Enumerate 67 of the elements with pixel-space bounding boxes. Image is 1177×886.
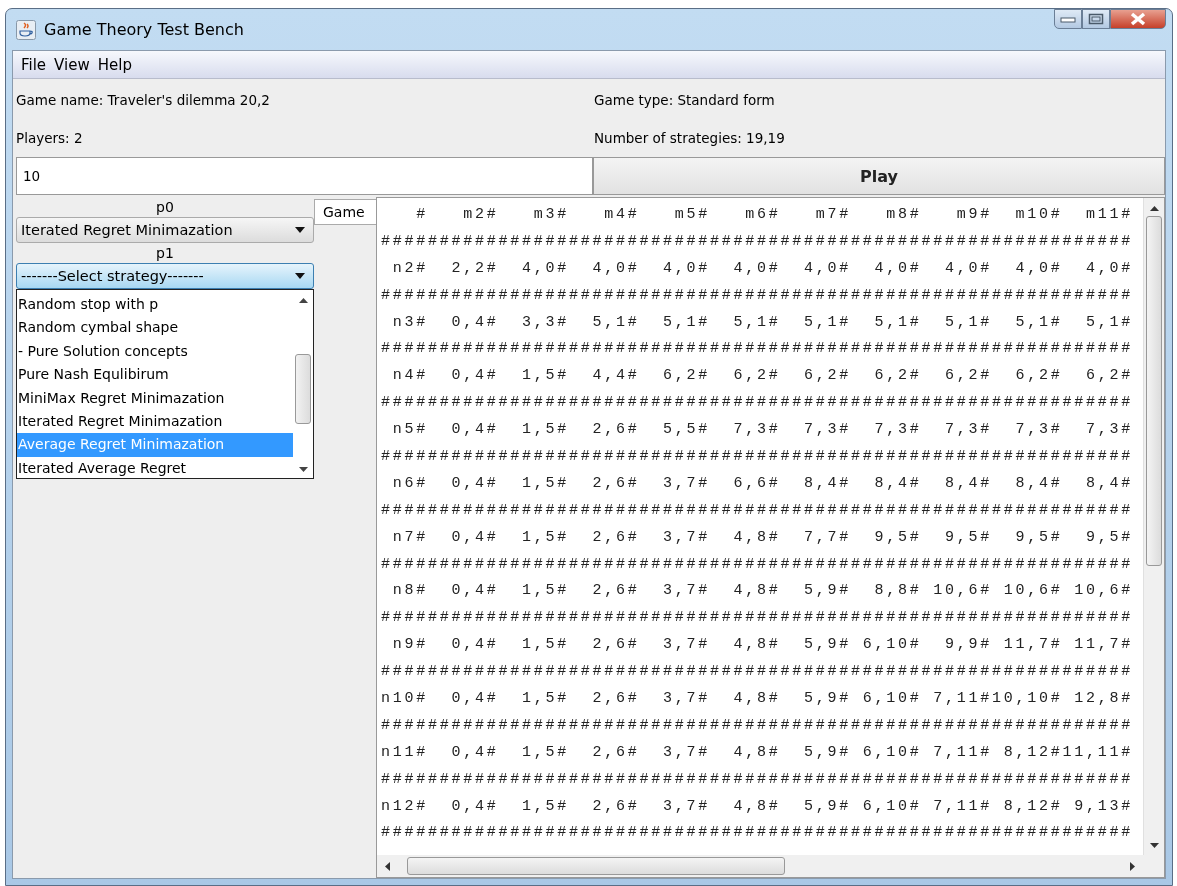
- scroll-thumb[interactable]: [295, 354, 311, 424]
- text-line: n3# 0,4# 3,3# 5,1# 5,1# 5,1# 5,1# 5,1# 5,1# 5,1# 5,1#: [391, 312, 1135, 333]
- menu-item[interactable]: File: [21, 55, 47, 74]
- text-line: ################################################################: [381, 500, 1135, 521]
- maximize-icon: [1088, 13, 1104, 25]
- text-line: n2# 2,2# 4,0# 4,0# 4,0# 4,0# 4,0# 4,0# 4,0# 4,0# 4,0#: [391, 258, 1135, 279]
- game-type-label: Game type: Standard form: [593, 92, 776, 108]
- text-line: ################################################################: [381, 285, 1135, 306]
- list-item[interactable]: Random cymbal shape: [17, 316, 293, 340]
- close-button[interactable]: [1110, 9, 1166, 29]
- horizontal-scrollbar[interactable]: [377, 855, 1164, 877]
- list-item[interactable]: Random stop with p: [17, 293, 293, 317]
- maximize-button[interactable]: [1082, 9, 1110, 29]
- player-label: p1: [155, 244, 175, 263]
- text-line: ################################################################: [381, 231, 1135, 252]
- vertical-scrollbar[interactable]: [1143, 198, 1164, 855]
- text-line: n7# 0,4# 1,5# 2,6# 3,7# 4,8# 7,7# 9,5# 9,5# 9,5# 9,5#: [391, 527, 1135, 548]
- right-arrow-icon[interactable]: [1130, 861, 1136, 871]
- text-line: ################################################################: [381, 823, 1135, 844]
- scroll-thumb[interactable]: [407, 857, 785, 875]
- game-name-label: Game name: Traveler's dilemma 20,2: [15, 92, 271, 108]
- text-line: n6# 0,4# 1,5# 2,6# 3,7# 6,6# 8,4# 8,4# 8,4# 8,4# 8,4#: [391, 473, 1135, 494]
- text-line: n8# 0,4# 1,5# 2,6# 3,7# 4,8# 5,9# 8,8# 10,6# 10,6# 10,6#: [391, 581, 1135, 602]
- text-line: n10# 0,4# 1,5# 2,6# 3,7# 4,8# 5,9# 6,10# 7,11#10,10# 12,8#: [381, 689, 1135, 710]
- text-line: n12# 0,4# 1,5# 2,6# 3,7# 4,8# 5,9# 6,10# 7,11# 8,12# 9,13#: [381, 796, 1135, 817]
- text-line: ################################################################: [381, 339, 1135, 360]
- text-line: n5# 0,4# 1,5# 2,6# 5,5# 7,3# 7,3# 7,3# 7,3# 7,3# 7,3#: [391, 420, 1135, 441]
- caret-icon: [295, 227, 305, 233]
- minimize-icon: [1060, 15, 1076, 23]
- list-item[interactable]: - Pure Solution concepts: [17, 339, 293, 364]
- text-line: n9# 0,4# 1,5# 2,6# 3,7# 4,8# 5,9# 6,10# 9,9# 11,7# 11,7#: [391, 635, 1135, 656]
- text-line: ################################################################: [381, 662, 1135, 683]
- caret-icon: [295, 273, 305, 279]
- strategy-dropdown[interactable]: Iterated Regret Minimazation: [16, 217, 314, 243]
- strategy-dropdown[interactable]: -------Select strategy-------: [16, 263, 314, 289]
- rounds-field[interactable]: 10: [16, 157, 593, 195]
- strategy-list[interactable]: Random stop with p Random cymbal shape - Pure Solution concepts Pure Nash Equlibirum MiniMax Regret Minimazation Iterated Regret Minimazation Average Regret Minimazation Iterated Average Regret: [16, 289, 314, 479]
- coffee-cup-icon: [16, 19, 36, 40]
- list-item[interactable]: Pure Nash Equlibirum: [17, 363, 293, 387]
- window-title: Game Theory Test Bench: [44, 20, 244, 39]
- strategies-label: Number of strategies: 19,19: [593, 130, 786, 146]
- play-button[interactable]: Play: [593, 157, 1165, 195]
- list-item[interactable]: Iterated Regret Minimazation: [17, 409, 293, 434]
- down-arrow-icon[interactable]: [298, 467, 308, 473]
- player-label: p0: [155, 198, 175, 217]
- text-line: ################################################################: [381, 554, 1135, 575]
- text-line: # m2# m3# m4# m5# m6# m7# m8# m9# m10# m11#: [415, 205, 1135, 225]
- menu-item[interactable]: Help: [97, 55, 132, 74]
- text-line: ################################################################: [381, 393, 1135, 414]
- minimize-button[interactable]: [1054, 9, 1082, 29]
- left-arrow-icon[interactable]: [385, 861, 391, 871]
- tab[interactable]: Game: [314, 199, 376, 225]
- text-line: ################################################################: [381, 715, 1135, 736]
- text-line: n11# 0,4# 1,5# 2,6# 3,7# 4,8# 5,9# 6,10# 7,11# 8,12#11,11#: [381, 742, 1135, 763]
- down-arrow-icon[interactable]: [1149, 843, 1159, 849]
- up-arrow-icon[interactable]: [298, 298, 308, 304]
- players-label: Players: 2: [15, 130, 84, 146]
- up-arrow-icon[interactable]: [1149, 206, 1159, 212]
- list-item[interactable]: MiniMax Regret Minimazation: [17, 386, 293, 410]
- text-line: ################################################################: [381, 447, 1135, 467]
- list-item[interactable]: Iterated Average Regret: [17, 456, 293, 481]
- close-icon: [1129, 12, 1147, 26]
- text-line: n4# 0,4# 1,5# 4,4# 6,2# 6,2# 6,2# 6,2# 6,2# 6,2# 6,2#: [391, 366, 1135, 387]
- text-line: ################################################################: [381, 608, 1135, 629]
- menu-item[interactable]: View: [54, 55, 90, 74]
- scroll-thumb[interactable]: [1146, 216, 1162, 566]
- text-line: ################################################################: [381, 769, 1135, 790]
